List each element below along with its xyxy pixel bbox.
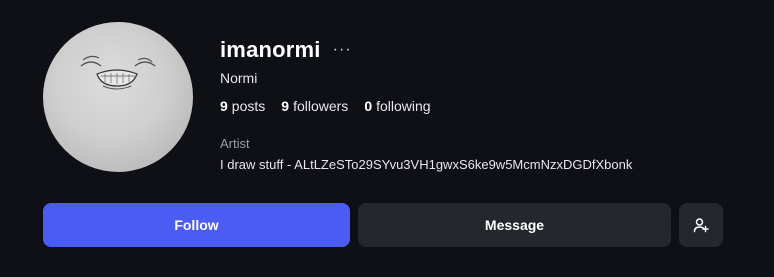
posts-label: posts xyxy=(231,98,266,114)
stat-following[interactable]: 0 following xyxy=(364,98,430,114)
follow-button[interactable]: Follow xyxy=(43,203,350,247)
followers-label: followers xyxy=(293,98,349,114)
profile-bio: I draw stuff - ALtLZeSTo29SYvu3VH1gwxS6k… xyxy=(220,157,633,172)
profile-info: imanormi ··· Normi 9 posts 9 followers 0 fo… xyxy=(220,34,760,172)
profile-category: Artist xyxy=(220,136,250,151)
username-row: imanormi ··· xyxy=(220,34,760,66)
display-name: Normi xyxy=(220,70,258,86)
following-count: 0 xyxy=(364,98,373,114)
more-options-icon[interactable]: ··· xyxy=(333,42,352,58)
avatar[interactable] xyxy=(43,22,193,172)
profile-stats: 9 posts 9 followers 0 following xyxy=(220,98,760,114)
stat-posts[interactable]: 9 posts xyxy=(220,98,265,114)
username: imanormi xyxy=(220,37,321,62)
message-button[interactable]: Message xyxy=(358,203,671,247)
followers-count: 9 xyxy=(281,98,290,114)
following-label: following xyxy=(376,98,431,114)
stat-followers[interactable]: 9 followers xyxy=(281,98,348,114)
add-user-button[interactable] xyxy=(679,203,723,247)
avatar-drawing xyxy=(80,55,156,90)
person-add-icon xyxy=(693,218,709,233)
posts-count: 9 xyxy=(220,98,228,114)
